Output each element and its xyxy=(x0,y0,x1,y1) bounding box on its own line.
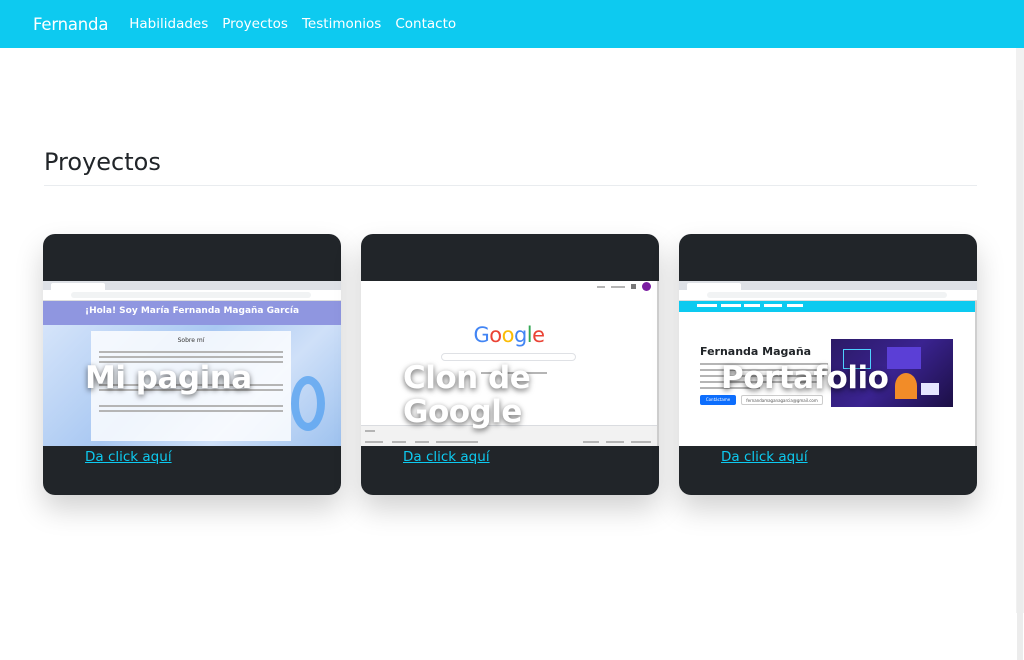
preview-subheading: Sobre mí xyxy=(177,337,205,344)
nav-link-testimonios[interactable]: Testimonios xyxy=(302,16,381,32)
project-link-button[interactable]: Da click aquí xyxy=(403,449,490,465)
project-title: Mi pagina xyxy=(85,360,252,396)
nav-link-proyectos[interactable]: Proyectos xyxy=(222,16,288,32)
browser-url-bar xyxy=(43,290,341,301)
project-link-button[interactable]: Da click aquí xyxy=(721,449,808,465)
project-title-line2: Google xyxy=(403,394,522,430)
project-card-mi-pagina: ¡Hola! Soy María Fernanda Magaña García … xyxy=(43,234,341,495)
project-title: Portafolio xyxy=(721,360,889,396)
project-title: Clon de Google xyxy=(403,360,531,430)
navbar: Fernanda Habilidades Proyectos Testimoni… xyxy=(0,0,1024,48)
project-title-line1: Clon de xyxy=(403,360,531,396)
preview-heading: Fernanda Magaña xyxy=(700,345,812,358)
scrollbar-thumb[interactable] xyxy=(1017,100,1023,660)
nav-link-contacto[interactable]: Contacto xyxy=(395,16,456,32)
project-link-button[interactable]: Da click aquí xyxy=(85,449,172,465)
browser-tabs xyxy=(679,281,977,290)
project-card-portafolio: Fernanda Magaña Contáctame fernandamagan… xyxy=(679,234,977,495)
navbar-brand[interactable]: Fernanda xyxy=(33,15,108,34)
browser-tabs xyxy=(43,281,341,290)
browser-url-bar xyxy=(679,290,977,301)
page-scrollbar[interactable] xyxy=(1016,48,1024,660)
preview-button: Contáctame xyxy=(700,395,736,405)
nav-link-habilidades[interactable]: Habilidades xyxy=(129,16,208,32)
title-divider xyxy=(44,185,977,186)
google-logo: Google xyxy=(473,323,545,347)
project-card-clon-google: Google Clon de Google Da click aquí xyxy=(361,234,659,495)
preview-email: fernandamaganagarcia@gmail.com xyxy=(741,395,823,405)
preview-heading: ¡Hola! Soy María Fernanda Magaña García xyxy=(84,306,300,316)
section-title: Proyectos xyxy=(44,148,161,176)
